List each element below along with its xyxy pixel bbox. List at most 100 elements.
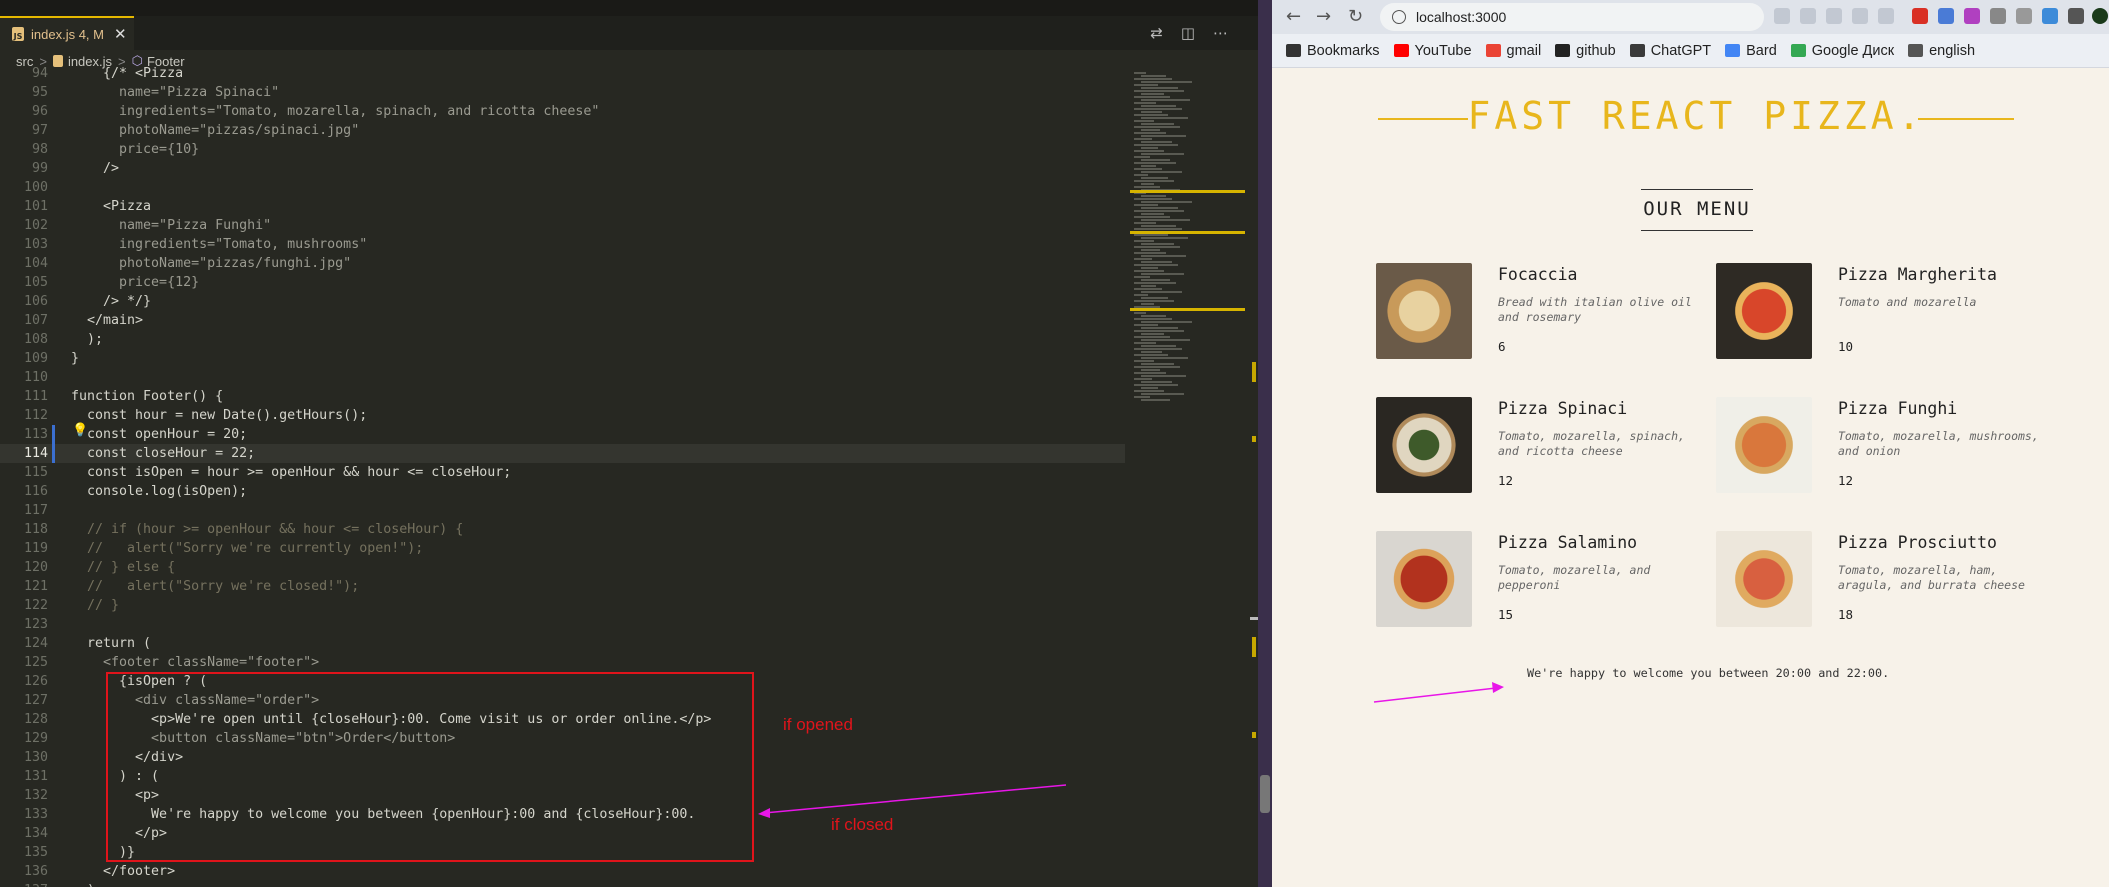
code-line[interactable]: 105 price={12}	[0, 273, 1125, 292]
code-text: const openHour = 20;	[71, 427, 248, 442]
code-line[interactable]: 97 photoName="pizzas/spinaci.jpg"	[0, 121, 1125, 140]
footer-message: We're happy to welcome you between 20:00…	[1527, 666, 1890, 680]
line-number: 105	[23, 275, 48, 290]
code-line[interactable]: 125 <footer className="footer">	[0, 653, 1125, 672]
lightbulb-icon[interactable]: 💡	[72, 423, 88, 438]
window-divider[interactable]	[1258, 0, 1272, 887]
code-line[interactable]: 116 console.log(isOpen);	[0, 482, 1125, 501]
code-line[interactable]: 110	[0, 368, 1125, 387]
bard-icon	[1725, 44, 1741, 57]
bookmark-star-icon[interactable]	[1878, 8, 1894, 24]
bookmark-gmail[interactable]: gmail	[1485, 43, 1541, 59]
editor-tab-bar: JS index.js 4, M ✕	[0, 16, 1258, 50]
line-number: 130	[23, 750, 48, 765]
bookmark-english[interactable]: english	[1908, 43, 1975, 59]
code-line[interactable]: 124 return (	[0, 634, 1125, 653]
zoom-icon[interactable]	[1826, 8, 1842, 24]
header: FAST REACT PIZZA.	[1378, 96, 2014, 136]
pizza-ingredients: Tomato and mozarella	[1838, 295, 1977, 309]
code-line[interactable]: 95 name="Pizza Spinaci"	[0, 83, 1125, 102]
minimap[interactable]	[1130, 72, 1245, 402]
code-line[interactable]: 111 function Footer() {	[0, 387, 1125, 406]
gmail-extension-icon[interactable]	[1912, 8, 1928, 24]
code-line[interactable]: 115 const isOpen = hour >= openHour && h…	[0, 463, 1125, 482]
more-actions-icon[interactable]: ⋯	[1213, 24, 1228, 42]
code-line[interactable]: 123	[0, 615, 1125, 634]
close-tab-icon[interactable]: ✕	[114, 25, 127, 43]
editor-actions: ⇄ ◫ ⋯	[1150, 24, 1228, 42]
code-line[interactable]: 109}	[0, 349, 1125, 368]
compare-changes-icon[interactable]: ⇄	[1150, 24, 1163, 42]
code-line[interactable]: 121 // alert("Sorry we're closed!");	[0, 577, 1125, 596]
code-text: console.log(isOpen);	[71, 484, 248, 499]
reload-icon[interactable]: ↻	[1348, 6, 1363, 27]
code-editor: JS index.js 4, M ✕ ⇄ ◫ ⋯ src > index.js …	[0, 0, 1258, 887]
pizza-ingredients: Tomato, mozarella, mushrooms, and onion	[1838, 429, 2039, 458]
line-number: 98	[31, 142, 48, 157]
code-line[interactable]: 122 // }	[0, 596, 1125, 615]
code-line[interactable]: 101 <Pizza	[0, 197, 1125, 216]
code-line[interactable]: 96 ingredients="Tomato, mozarella, spina…	[0, 102, 1125, 121]
code-line[interactable]: 99 />	[0, 159, 1125, 178]
extension-icon[interactable]	[2016, 8, 2032, 24]
tab-label: index.js 4, M	[31, 26, 104, 42]
pizza-photo	[1716, 531, 1812, 627]
bookmark-label: Google Диск	[1811, 42, 1895, 59]
share-icon[interactable]	[1852, 8, 1868, 24]
pizza-name: Pizza Margherita	[1838, 265, 1997, 284]
google-drive-icon	[1790, 44, 1806, 57]
install-icon[interactable]	[1774, 8, 1790, 24]
bookmark-chatgpt[interactable]: ChatGPT	[1629, 43, 1711, 59]
extension-icon[interactable]	[1990, 8, 2006, 24]
extension-icon[interactable]	[2042, 8, 2058, 24]
forward-icon[interactable]: →	[1316, 6, 1331, 27]
code-line[interactable]: 136 </footer>	[0, 862, 1125, 881]
code-line[interactable]: 137 );	[0, 881, 1125, 887]
address-bar[interactable]: localhost:3000	[1380, 3, 1764, 31]
code-line[interactable]: 107 </main>	[0, 311, 1125, 330]
back-icon[interactable]: ←	[1286, 6, 1301, 27]
site-info-icon[interactable]	[1392, 10, 1406, 24]
split-editor-icon[interactable]: ◫	[1181, 24, 1195, 42]
pizza-price: 6	[1498, 339, 1506, 354]
bookmark-label: Bookmarks	[1307, 42, 1380, 59]
url-text: localhost:3000	[1416, 9, 1507, 25]
bookmark-bookmarks[interactable]: Bookmarks	[1286, 43, 1380, 59]
code-line[interactable]: 94 {/* <Pizza	[0, 64, 1125, 83]
translate-icon[interactable]	[1800, 8, 1816, 24]
extensions-puzzle-icon[interactable]	[2068, 8, 2084, 24]
code-line[interactable]: 104 photoName="pizzas/funghi.jpg"	[0, 254, 1125, 273]
code-text: </footer>	[71, 864, 176, 879]
code-line[interactable]: 113 const openHour = 20;	[0, 425, 1125, 444]
bookmark-google-диск[interactable]: Google Диск	[1790, 42, 1895, 59]
code-line[interactable]: 120 // } else {	[0, 558, 1125, 577]
code-text: );	[71, 881, 103, 887]
code-line[interactable]: 100	[0, 178, 1125, 197]
pizza-card: Pizza Salamino Tomato, mozarella, and pep…	[1376, 531, 1706, 627]
youtube-icon	[1393, 44, 1409, 57]
code-line[interactable]: 114 const closeHour = 22;	[0, 444, 1125, 463]
code-text: ingredients="Tomato, mozarella, spinach,…	[71, 104, 600, 119]
line-number: 120	[23, 560, 48, 575]
line-number: 111	[23, 389, 48, 404]
code-line[interactable]: 119 // alert("Sorry we're currently open…	[0, 539, 1125, 558]
code-line[interactable]: 103 ingredients="Tomato, mushrooms"	[0, 235, 1125, 254]
code-line[interactable]: 106 /> */}	[0, 292, 1125, 311]
code-line[interactable]: 108 );	[0, 330, 1125, 349]
bookmark-bard[interactable]: Bard	[1725, 43, 1777, 59]
bookmark-youtube[interactable]: YouTube	[1393, 43, 1472, 59]
code-line[interactable]: 112 const hour = new Date().getHours();	[0, 406, 1125, 425]
code-line[interactable]: 98 price={10}	[0, 140, 1125, 159]
line-number: 103	[23, 237, 48, 252]
code-line[interactable]: 102 name="Pizza Funghi"	[0, 216, 1125, 235]
extension-icon[interactable]	[1938, 8, 1954, 24]
bookmark-github[interactable]: github	[1555, 43, 1616, 59]
extension-icon[interactable]	[1964, 8, 1980, 24]
resize-handle[interactable]	[1260, 775, 1270, 813]
tab-index-js[interactable]: JS index.js 4, M ✕	[0, 16, 134, 50]
profile-avatar[interactable]	[2092, 8, 2108, 24]
pizza-name: Pizza Funghi	[1838, 399, 1958, 418]
code-line[interactable]: 117	[0, 501, 1125, 520]
code-line[interactable]: 118 // if (hour >= openHour && hour <= c…	[0, 520, 1125, 539]
editor-scrollbar[interactable]	[1250, 72, 1258, 887]
